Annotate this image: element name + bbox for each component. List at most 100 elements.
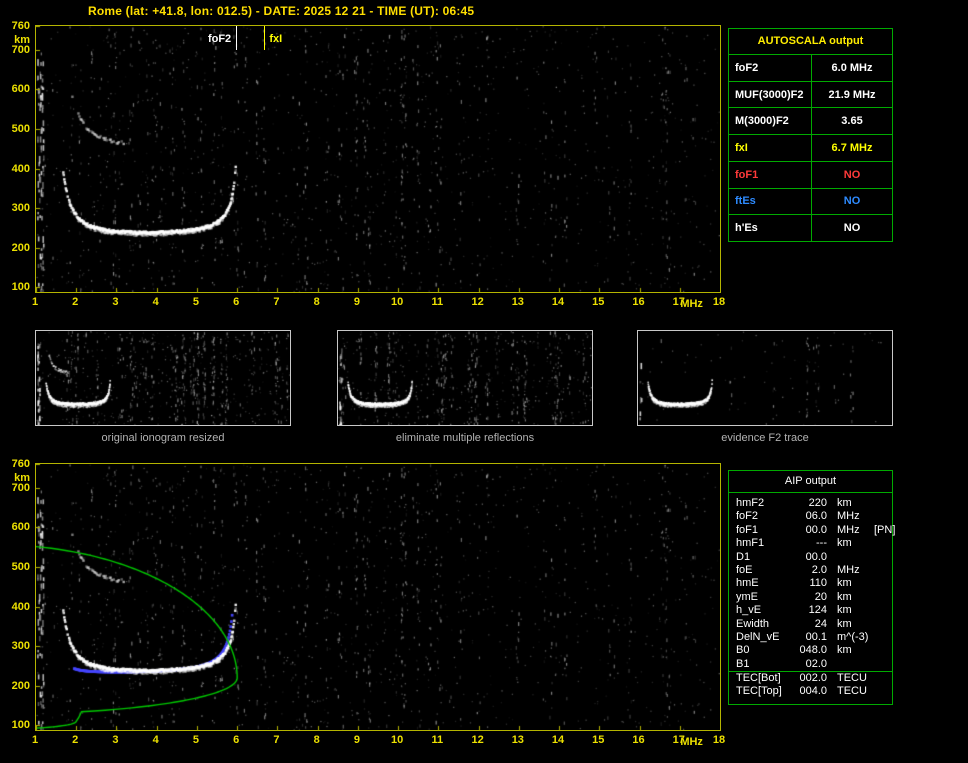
aip-row-label: B1 [736,657,750,670]
x-tick-label: 10 [390,734,404,746]
autoscala-row-value: NO [843,195,861,208]
y-tick-label: 300 [11,640,30,653]
y-tick-label: 100 [11,719,30,732]
aip-row: h_vE 124 km [729,604,892,617]
x-axis-unit: MHz [680,298,703,310]
bottom-ionogram-canvas [36,464,720,730]
y-tick-label: 760 [11,458,30,470]
aip-row-note [873,591,892,604]
y-tick-label: 400 [11,162,30,175]
x-tick-label: 14 [551,296,565,308]
aip-row: B0 048.0 km [729,644,892,657]
autoscala-row-value: 6.0 MHz [831,61,873,74]
thumbnail-original-canvas [36,331,290,425]
autoscala-row-label: foF1 [729,161,812,188]
aip-row: D1 00.0 [729,551,892,564]
x-tick-label: 8 [313,734,320,746]
top-ionogram-plot [35,25,721,293]
foF2-marker-line [236,26,238,50]
aip-row-note [873,564,892,577]
aip-row-unit: km [837,537,852,550]
aip-table-rows: hmF2 220 km foF2 06.0 MHz foF1 00.0 MHz [PN] hmF1 -… [729,493,895,704]
x-tick-label: 2 [72,734,79,746]
aip-row-note [873,577,892,590]
thumbnail-eliminate-reflections [337,330,593,426]
autoscala-row: h'Es NO [729,215,892,242]
aip-row-unit [827,551,873,564]
aip-row-value: 00.1 [805,630,827,643]
autoscala-row: fxI 6.7 MHz [729,135,892,162]
aip-row-unit: km [837,497,852,509]
x-tick-label: 14 [551,734,565,746]
aip-row-label: TEC[Bot] [736,672,781,685]
x-tick-label: 5 [192,734,199,746]
y-axis-unit: km [14,34,30,46]
aip-row-value: 004.0 [799,685,827,698]
x-tick-label: 18 [712,296,726,308]
x-tick-label: 4 [152,296,159,308]
aip-row: hmE 110 km [729,577,892,590]
aip-row: TEC[Bot] 002.0 TECU [729,671,892,685]
aip-row-label: foF2 [736,510,759,523]
aip-row: foF1 00.0 MHz [PN] [729,523,895,537]
thumbnail-original-ionogram [35,330,291,426]
autoscala-row: foF1 NO [729,161,892,189]
aip-row-value: 124 [808,604,827,617]
fxI-marker-line [264,26,266,50]
fxI-label: fxI [269,33,283,45]
y-axis-unit: km [14,472,30,484]
x-tick-label: 9 [353,734,360,746]
x-tick-label: 3 [112,734,119,746]
x-tick-label: 11 [431,296,444,308]
autoscala-table-header: AUTOSCALA output [729,29,892,55]
aip-row-note [873,604,892,617]
y-tick-label: 760 [11,20,30,32]
autoscala-row-label: MUF(3000)F2 [729,81,812,108]
aip-row-label: hmF1 [736,537,765,550]
aip-row: TEC[Top] 004.0 TECU [729,685,892,698]
aip-row-unit: MHz [837,510,860,523]
aip-row-value: --- [816,537,827,550]
autoscala-row-label: fxI [729,135,812,161]
autoscala-row: foF2 6.0 MHz [729,55,892,82]
x-tick-label: 7 [273,296,280,308]
y-tick-label: 500 [11,122,30,135]
aip-row-value: 2.0 [811,563,827,576]
autoscala-row: MUF(3000)F2 21.9 MHz [729,81,892,109]
y-tick-label: 400 [11,600,30,613]
x-tick-label: 6 [233,734,240,746]
aip-row-unit: MHz [837,563,860,576]
x-tick-label: 11 [431,734,444,746]
aip-row-label: foF1 [736,523,759,536]
autoscala-row-label: foF2 [729,55,812,81]
aip-row: foE 2.0 MHz [729,564,892,577]
aip-row-note [873,631,892,644]
autoscala-row-value: NO [843,222,861,235]
aip-row-unit: km [837,604,852,617]
aip-row-unit: km [837,577,852,590]
bottom-ionogram-block: 760 700 600 500 400 300 200 100 km 1 2 3 4 5 6 7 8 9 10 11 1… [0,458,760,763]
x-tick-label: 9 [353,296,360,308]
aip-row-value: 00.0 [805,523,827,536]
aip-table-header: AIP output [729,471,892,493]
thumbnail-caption-original: original ionogram resized [101,432,225,444]
y-tick-label: 300 [11,202,30,215]
x-tick-label: 2 [72,296,79,308]
aip-row-value: 220 [808,497,827,509]
x-tick-label: 15 [592,734,605,746]
aip-row: foF2 06.0 MHz [729,510,892,523]
aip-row-note [873,537,892,550]
x-tick-label: 12 [471,734,484,746]
x-tick-label: 1 [31,734,39,746]
aip-row: DelN_vE 00.1 m^(-3) [729,631,892,644]
aip-row-label: hmF2 [736,497,765,509]
x-tick-label: 16 [632,734,645,746]
x-tick-label: 10 [390,296,404,308]
aip-row-unit: km [837,590,852,603]
x-tick-label: 6 [233,296,240,308]
x-tick-label: 7 [273,734,280,746]
x-tick-label: 16 [632,296,645,308]
aip-row-unit: m^(-3) [837,630,869,643]
aip-row-label: hmE [736,577,759,590]
thumbnail-caption-evidence: evidence F2 trace [721,432,809,444]
